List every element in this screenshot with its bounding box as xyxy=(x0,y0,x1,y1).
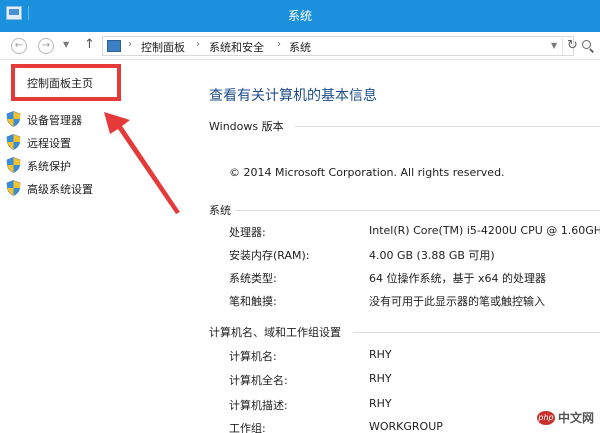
breadcrumb-chevron-icon[interactable]: › xyxy=(196,39,200,50)
address-history-chevron-down-icon[interactable]: ▼ xyxy=(551,41,557,50)
system-type-value: 64 位操作系统，基于 x64 的处理器 xyxy=(369,272,546,285)
pen-touch-label: 笔和触摸: xyxy=(229,295,277,308)
back-arrow-icon[interactable]: ← xyxy=(11,38,27,54)
section-divider xyxy=(235,210,600,211)
section-divider xyxy=(353,332,600,333)
task-label: 远程设置 xyxy=(27,137,71,150)
computer-settings-heading: 计算机名、域和工作组设置 xyxy=(209,326,341,339)
system-type-label: 系统类型: xyxy=(229,272,277,285)
ram-label: 安装内存(RAM): xyxy=(229,249,310,262)
shield-icon xyxy=(6,157,21,173)
watermark-text: 中文网 xyxy=(558,411,595,425)
shield-icon xyxy=(6,111,21,127)
system-heading: 系统 xyxy=(209,204,231,217)
processor-value: Intel(R) Core(TM) i5-4200U CPU @ 1.60GH xyxy=(369,224,600,237)
php-logo-icon: php xyxy=(537,410,555,425)
page-title: 查看有关计算机的基本信息 xyxy=(209,88,377,104)
task-label: 设备管理器 xyxy=(27,114,82,127)
breadcrumb-control-panel[interactable]: 控制面板 xyxy=(141,39,185,55)
processor-label: 处理器: xyxy=(229,226,266,239)
breadcrumb-system[interactable]: 系统 xyxy=(289,39,311,55)
forward-arrow-icon[interactable]: → xyxy=(38,38,54,54)
section-divider xyxy=(295,126,600,127)
site-watermark: php 中文网 xyxy=(537,409,594,426)
main-content: 查看有关计算机的基本信息 Windows 版本 © 2014 Microsoft… xyxy=(185,61,600,433)
address-bar[interactable]: › 控制面板 › 系统和安全 › 系统 ▼ ↻ xyxy=(102,36,578,56)
full-computer-name-label: 计算机全名: xyxy=(229,374,288,387)
task-label: 系统保护 xyxy=(27,160,71,173)
copyright-text: © 2014 Microsoft Corporation. All rights… xyxy=(229,166,505,179)
breadcrumb-chevron-icon[interactable]: › xyxy=(128,39,132,50)
search-icon[interactable] xyxy=(582,40,595,53)
window-title: 系统 xyxy=(287,9,312,23)
computer-description-value: RHY xyxy=(369,397,392,410)
up-arrow-icon[interactable]: ↑ xyxy=(84,37,95,52)
navigation-bar: ← → ▼ ↑ › 控制面板 › 系统和安全 › 系统 ▼ ↻ xyxy=(0,32,600,60)
breadcrumb-system-and-security[interactable]: 系统和安全 xyxy=(209,39,264,55)
workgroup-label: 工作组: xyxy=(229,422,266,433)
ram-value: 4.00 GB (3.88 GB 可用) xyxy=(369,249,495,262)
breadcrumb-chevron-icon[interactable]: › xyxy=(277,39,281,50)
shield-icon xyxy=(6,180,21,196)
recent-locations-chevron-down-icon[interactable]: ▼ xyxy=(63,40,69,49)
task-label: 高级系统设置 xyxy=(27,183,93,196)
computer-description-label: 计算机描述: xyxy=(229,399,288,412)
full-computer-name-value: RHY xyxy=(369,372,392,385)
title-bar: 系统 xyxy=(0,0,600,32)
computer-name-value: RHY xyxy=(369,348,392,361)
pen-touch-value: 没有可用于此显示器的笔或触控输入 xyxy=(369,295,545,308)
windows-edition-heading: Windows 版本 xyxy=(209,120,284,133)
computer-name-label: 计算机名: xyxy=(229,350,277,363)
annotation-highlight-box xyxy=(11,64,121,101)
workgroup-value: WORKGROUP xyxy=(369,420,443,433)
refresh-icon[interactable]: ↻ xyxy=(562,38,578,55)
annotation-arrow-icon xyxy=(104,112,180,214)
shield-icon xyxy=(6,134,21,150)
control-panel-location-icon xyxy=(107,40,121,52)
